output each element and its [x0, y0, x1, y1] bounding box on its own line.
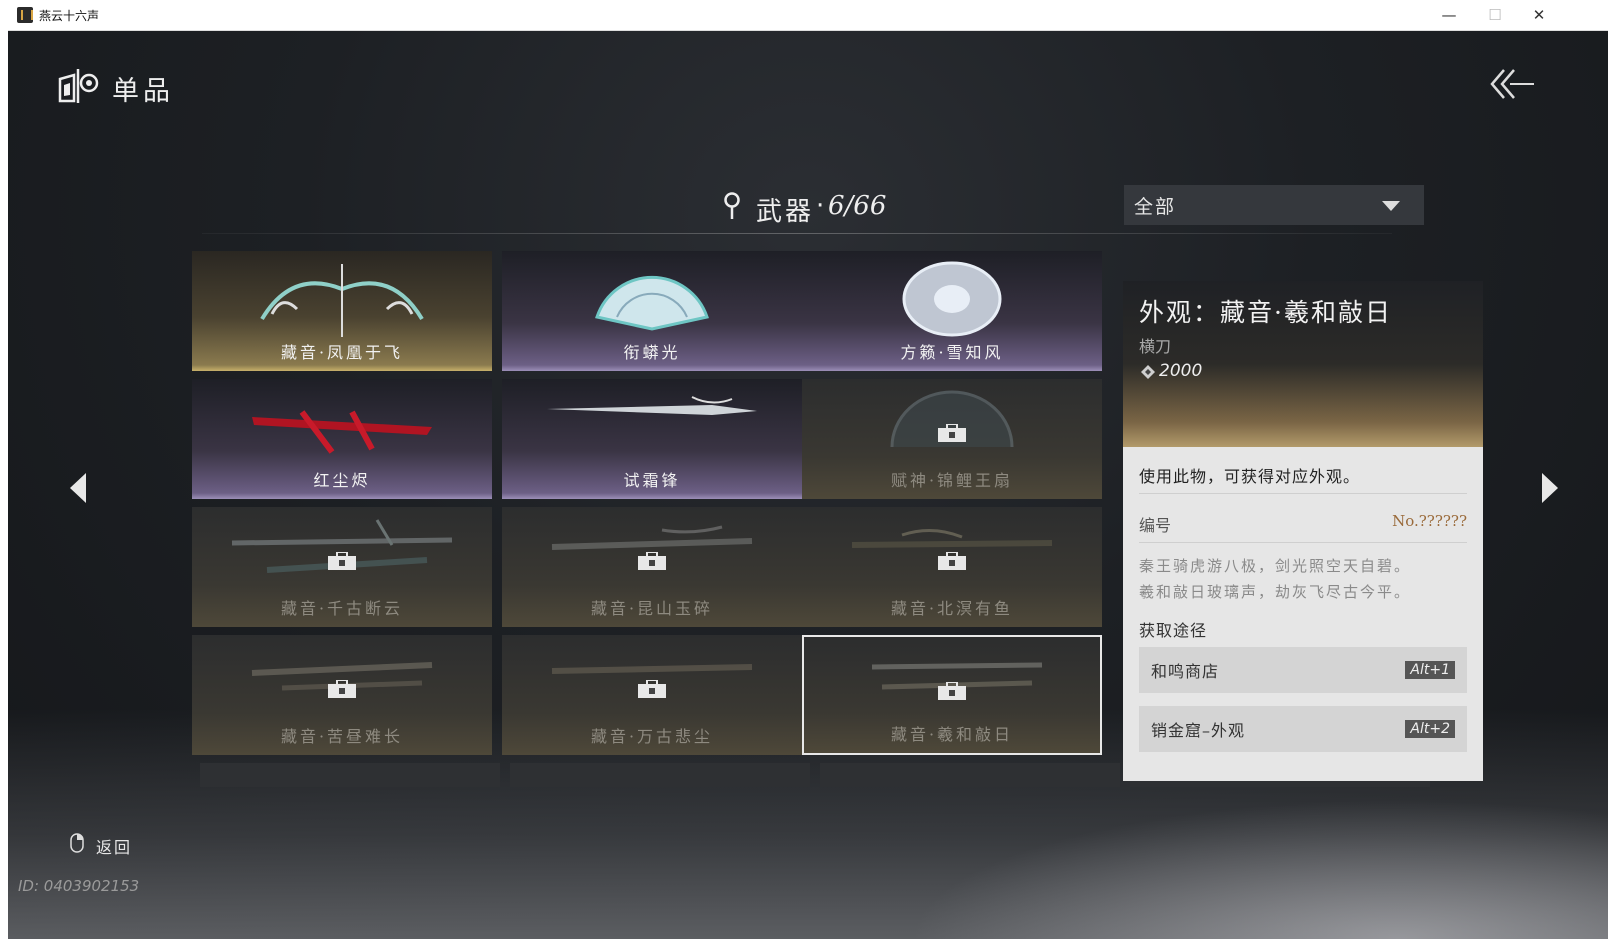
source-label: 和鸣商店 — [1151, 662, 1220, 681]
window-titlebar[interactable]: 燕云十六声 — ☐ ✕ — [8, 0, 1608, 31]
item-art — [897, 259, 1007, 349]
page-next-icon[interactable] — [1538, 471, 1560, 505]
item-name: 藏音·北溟有鱼 — [890, 599, 1014, 618]
detail-description: 使用此物，可获得对应外观。 — [1139, 467, 1361, 486]
item-name: 方籁·雪知风 — [900, 343, 1004, 362]
filter-selected-value: 全部 — [1134, 195, 1177, 218]
category-name: 武器 — [756, 197, 815, 227]
source-label: 销金窟–外观 — [1151, 721, 1246, 740]
close-button[interactable]: ✕ — [1516, 0, 1562, 30]
item-bag-icon — [58, 69, 99, 103]
lock-icon — [638, 679, 666, 700]
detail-number: No.?????? — [1392, 512, 1467, 530]
item-card[interactable]: 藏音·北溟有鱼 — [802, 507, 1102, 627]
detail-body: 使用此物，可获得对应外观。 编号 No.?????? 秦王骑虎游八极，剑光照空天… — [1123, 447, 1483, 781]
lock-icon — [638, 551, 666, 572]
lock-icon — [328, 551, 356, 572]
item-name: 藏音·苦昼难长 — [280, 727, 404, 746]
detail-price: 2000 — [1159, 361, 1203, 381]
detail-header: 外观：藏音·羲和敲日 横刀 2000 — [1123, 281, 1483, 447]
mouse-icon — [70, 833, 84, 853]
item-card[interactable]: 藏音·千古断云 — [192, 507, 492, 627]
detail-poem-line: 秦王骑虎游八极，剑光照空天自碧。 — [1139, 557, 1412, 575]
item-card[interactable]: 藏音·羲和敲日 — [802, 635, 1102, 755]
item-name: 赋神·锦鲤王扇 — [890, 471, 1014, 490]
item-name: 衔蟒光 — [623, 343, 681, 362]
item-detail-panel: 外观：藏音·羲和敲日 横刀 2000 使用此物，可获得对应外观。 编号 No.?… — [1123, 281, 1483, 781]
game-viewport: 单品 武器 · 6/66 全部 藏音·凤凰于飞 衔蟒光 方籁·雪知风红尘烬 试霜锋 赋神… — [8, 31, 1608, 939]
minimize-button[interactable]: — — [1426, 0, 1472, 30]
exit-arrows-icon[interactable] — [1490, 67, 1536, 101]
item-card[interactable]: 赋神·锦鲤王扇 — [802, 379, 1102, 499]
item-card[interactable]: 衔蟒光 — [502, 251, 802, 371]
item-card[interactable]: 方籁·雪知风 — [802, 251, 1102, 371]
detail-number-label: 编号 — [1139, 516, 1172, 535]
item-art — [252, 259, 432, 343]
maximize-button[interactable]: ☐ — [1472, 0, 1518, 30]
item-card[interactable]: 藏音·昆山玉碎 — [502, 507, 802, 627]
fog-highlight — [908, 799, 1608, 939]
back-button[interactable]: 返回 — [96, 834, 132, 858]
detail-type: 横刀 — [1139, 337, 1172, 356]
lock-icon — [938, 681, 966, 702]
item-card-partial[interactable] — [200, 763, 500, 787]
item-card[interactable]: 藏音·万古悲尘 — [502, 635, 802, 755]
item-name: 藏音·千古断云 — [280, 599, 404, 618]
filter-dropdown[interactable]: 全部 — [1124, 185, 1424, 225]
hotkey-badge: Alt+1 — [1405, 661, 1455, 679]
source-heading: 获取途径 — [1139, 621, 1208, 640]
category-separator: · — [816, 191, 825, 221]
player-id: ID: 0403902153 — [18, 877, 140, 895]
category-count: 6/66 — [828, 191, 887, 221]
hotkey-badge: Alt+2 — [1405, 720, 1455, 738]
item-name: 藏音·昆山玉碎 — [590, 599, 714, 618]
item-name: 试霜锋 — [623, 471, 681, 490]
currency-icon — [1141, 365, 1155, 379]
item-card[interactable]: 藏音·凤凰于飞 — [192, 251, 492, 371]
location-pin-icon — [724, 192, 740, 219]
item-art — [242, 387, 442, 461]
item-card[interactable]: 试霜锋 — [502, 379, 802, 499]
header-divider — [202, 233, 1392, 234]
item-card-partial[interactable] — [820, 763, 1120, 787]
item-card-partial[interactable] — [510, 763, 810, 787]
item-name: 红尘烬 — [313, 471, 371, 490]
detail-title: 外观：藏音·羲和敲日 — [1139, 298, 1392, 327]
window-title: 燕云十六声 — [39, 8, 100, 23]
source-shop-button[interactable]: 和鸣商店 Alt+1 — [1139, 647, 1467, 693]
lock-icon — [938, 551, 966, 572]
chevron-down-icon — [1382, 201, 1400, 211]
item-name: 藏音·凤凰于飞 — [280, 343, 404, 362]
detail-poem-line: 羲和敲日玻璃声，劫灰飞尽古今平。 — [1139, 583, 1412, 601]
source-appearance-button[interactable]: 销金窟–外观 Alt+2 — [1139, 706, 1467, 752]
page-prev-icon[interactable] — [68, 471, 90, 505]
app-icon — [17, 7, 33, 23]
divider — [1139, 493, 1467, 494]
page-title: 单品 — [112, 76, 174, 107]
divider — [1139, 542, 1467, 543]
item-name: 藏音·羲和敲日 — [890, 725, 1014, 744]
item-card[interactable]: 红尘烬 — [192, 379, 492, 499]
item-art — [542, 387, 762, 431]
item-name: 藏音·万古悲尘 — [590, 727, 714, 746]
lock-icon — [938, 423, 966, 444]
lock-icon — [328, 679, 356, 700]
item-card[interactable]: 藏音·苦昼难长 — [192, 635, 492, 755]
item-art — [587, 259, 717, 343]
